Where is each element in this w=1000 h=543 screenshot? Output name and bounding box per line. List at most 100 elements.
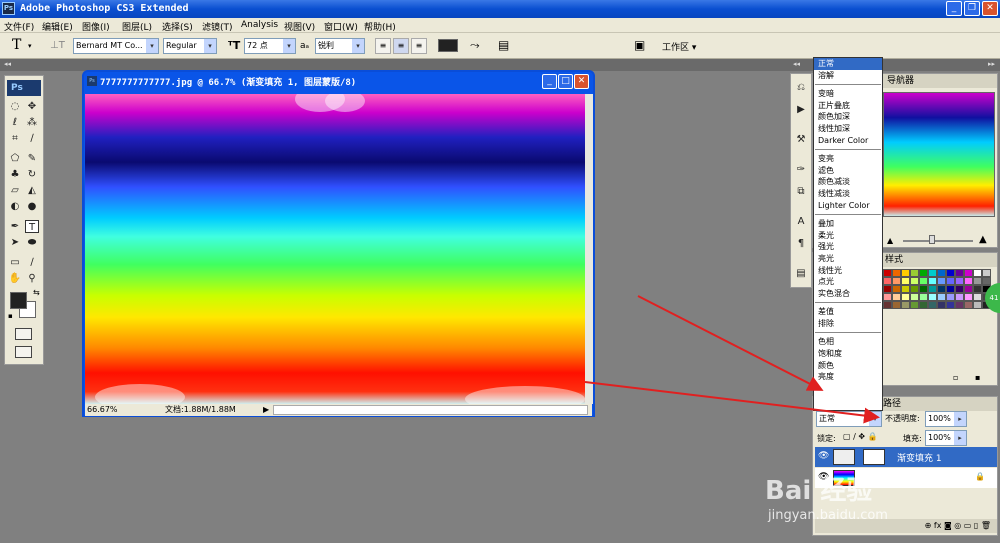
color-swatch[interactable] (919, 277, 928, 285)
color-swatch[interactable] (964, 293, 973, 301)
blend-mode-option[interactable]: 强光 (814, 241, 882, 253)
color-swatch[interactable] (973, 277, 982, 285)
menu-filter[interactable]: 滤镜(T) (202, 20, 233, 33)
color-swatch[interactable] (928, 301, 937, 309)
blend-mode-option[interactable]: 叠加 (814, 218, 882, 230)
color-swatch[interactable] (946, 277, 955, 285)
new-swatch-icon[interactable]: ▫ (953, 373, 958, 382)
collapse-icon[interactable]: ◂◂ (793, 60, 800, 68)
lasso-tool-icon[interactable]: ℓ (8, 116, 22, 129)
menu-select[interactable]: 选择(S) (162, 20, 193, 33)
blend-mode-option[interactable]: 颜色加深 (814, 111, 882, 123)
stamp-tool-icon[interactable]: ♣ (8, 168, 22, 181)
color-swatch[interactable] (955, 301, 964, 309)
menu-image[interactable]: 图像(I) (82, 20, 110, 33)
type-tool-icon[interactable]: T (25, 220, 39, 233)
blend-mode-option[interactable]: 变亮 (814, 153, 882, 165)
color-swatch[interactable] (937, 269, 946, 277)
foreground-color-swatch-top[interactable] (10, 292, 27, 309)
history-panel-icon[interactable]: ⎌ (793, 80, 809, 96)
blend-mode-option[interactable]: 正常 (814, 58, 882, 70)
doc-minimize-button[interactable]: _ (542, 74, 557, 89)
color-swatch[interactable] (946, 293, 955, 301)
character-panel-icon[interactable]: A (793, 214, 809, 230)
blend-mode-option[interactable]: 差值 (814, 306, 882, 318)
color-swatch[interactable] (892, 293, 901, 301)
align-right-button[interactable]: ≡ (411, 38, 427, 54)
blend-mode-option[interactable]: 变暗 (814, 88, 882, 100)
color-swatch[interactable] (937, 293, 946, 301)
blend-mode-option[interactable]: 线性光 (814, 265, 882, 277)
color-swatch[interactable] (973, 293, 982, 301)
quick-mask-icon[interactable] (15, 328, 32, 340)
blend-mode-select[interactable]: 正常 ▾ (816, 411, 882, 427)
color-swatch[interactable] (946, 285, 955, 293)
color-swatch[interactable] (883, 285, 892, 293)
color-swatch[interactable] (928, 269, 937, 277)
blend-mode-option[interactable]: 线性减淡 (814, 188, 882, 200)
brush-tool-icon[interactable]: ✎ (25, 152, 39, 165)
blend-mode-option[interactable]: 滤色 (814, 165, 882, 177)
dodge-tool-icon[interactable]: ● (25, 200, 39, 213)
color-swatch[interactable] (928, 277, 937, 285)
status-menu-arrow-icon[interactable]: ▶ (263, 404, 269, 416)
swatch-grid[interactable] (883, 269, 993, 333)
color-swatch[interactable] (973, 301, 982, 309)
healing-brush-icon[interactable]: ⬠ (8, 152, 22, 165)
color-swatch[interactable] (919, 301, 928, 309)
navigator-thumbnail[interactable] (883, 92, 995, 217)
color-swatch[interactable] (982, 277, 991, 285)
history-brush-icon[interactable]: ↻ (25, 168, 39, 181)
screen-mode-icon[interactable] (15, 346, 32, 358)
color-swatch[interactable] (892, 285, 901, 293)
clone-source-icon[interactable]: ⧉ (793, 184, 809, 200)
menu-file[interactable]: 文件(F) (4, 20, 34, 33)
menu-layer[interactable]: 图层(L) (122, 20, 152, 33)
color-swatch[interactable] (946, 269, 955, 277)
fill-input[interactable]: 100% ▸ (925, 430, 967, 446)
color-swatch[interactable] (883, 293, 892, 301)
color-swatch[interactable] (955, 269, 964, 277)
color-swatch[interactable] (901, 301, 910, 309)
document-canvas[interactable] (85, 94, 585, 404)
eraser-tool-icon[interactable]: ▱ (8, 184, 22, 197)
blend-mode-option[interactable]: Lighter Color (814, 200, 882, 212)
restore-button[interactable]: ❐ (964, 1, 980, 16)
shape-tool-icon[interactable]: ⬬ (25, 236, 39, 249)
character-panel-icon[interactable]: ▤ (498, 38, 509, 52)
doc-maximize-button[interactable]: □ (558, 74, 573, 89)
color-swatch[interactable] (964, 285, 973, 293)
color-swatch[interactable] (892, 301, 901, 309)
color-swatch[interactable] (964, 269, 973, 277)
color-swatch[interactable] (892, 269, 901, 277)
blend-mode-option[interactable]: Darker Color (814, 135, 882, 147)
color-swatch[interactable] (937, 277, 946, 285)
color-swatch[interactable] (964, 301, 973, 309)
paragraph-panel-icon[interactable]: ¶ (793, 236, 809, 252)
minimize-button[interactable]: _ (946, 1, 962, 16)
color-swatch[interactable] (964, 277, 973, 285)
eyedropper-icon[interactable]: ∕ (25, 132, 39, 145)
blend-mode-option[interactable]: 线性加深 (814, 123, 882, 135)
actions-panel-icon[interactable]: ▶ (793, 102, 809, 118)
menu-view[interactable]: 视图(V) (284, 20, 315, 33)
magic-wand-icon[interactable]: ⁂ (25, 116, 39, 129)
blend-mode-option[interactable]: 亮光 (814, 253, 882, 265)
color-swatch[interactable] (955, 293, 964, 301)
horizontal-scrollbar[interactable] (273, 405, 588, 415)
blend-mode-dropdown[interactable]: 正常 溶解 变暗 正片叠底 颜色加深 线性加深 Darker Color 变亮 滤色 颜色减淡 线性… (813, 57, 883, 411)
color-swatch[interactable] (901, 293, 910, 301)
color-swatch[interactable] (937, 285, 946, 293)
opacity-input[interactable]: 100% ▸ (925, 411, 967, 427)
color-swatch[interactable] (910, 293, 919, 301)
blend-mode-option[interactable]: 柔光 (814, 230, 882, 242)
color-swatch[interactable] (928, 285, 937, 293)
menu-edit[interactable]: 编辑(E) (42, 20, 73, 33)
color-swatch[interactable] (883, 277, 892, 285)
expand-icon[interactable]: ▸▸ (988, 60, 995, 68)
color-swatch[interactable] (955, 277, 964, 285)
blend-mode-option[interactable]: 颜色减淡 (814, 176, 882, 188)
eye-icon[interactable]: 👁 (818, 451, 829, 461)
text-orientation-icon[interactable]: ⊥T (50, 40, 65, 51)
color-swatch[interactable] (892, 277, 901, 285)
